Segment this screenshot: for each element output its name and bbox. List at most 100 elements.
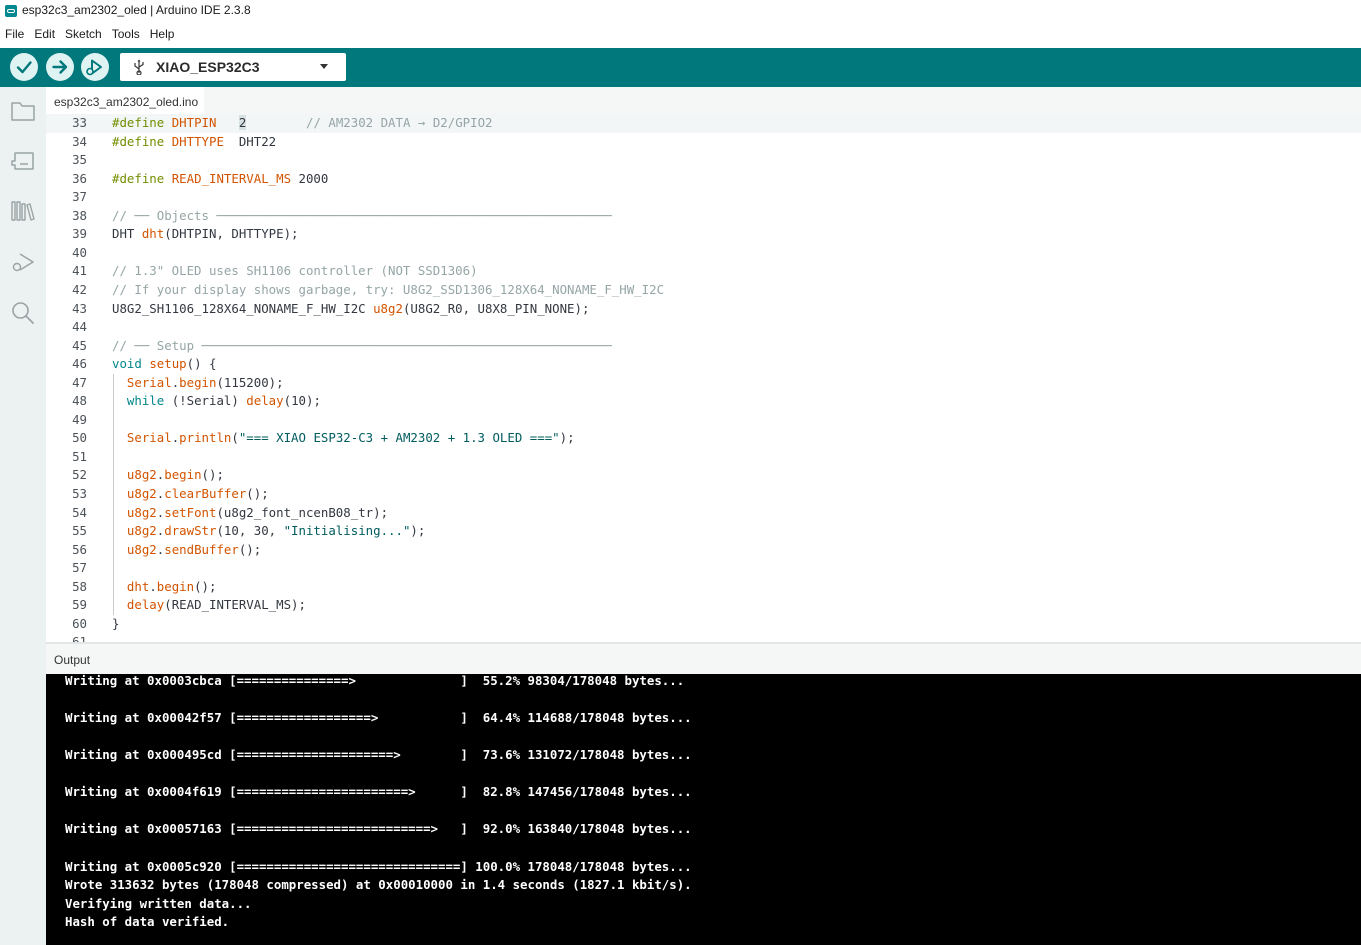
code-line[interactable]: 45 // ── Setup ──────────────────────────… (46, 337, 1361, 356)
code-line[interactable]: 41 // 1.3" OLED uses SH1106 controller (N… (46, 262, 1361, 281)
line-number: 42 (72, 281, 87, 297)
code-line[interactable]: 55 u8g2.drawStr(10, 30, "Initialising...… (46, 522, 1361, 541)
boards-manager-icon[interactable] (10, 148, 36, 174)
code-line[interactable]: 54 u8g2.setFont(u8g2_font_ncenB08_tr); (46, 503, 1361, 523)
verify-icon (16, 61, 32, 74)
output-line: Writing at 0x0005c920 [=================… (65, 858, 692, 874)
line-number: 36 (72, 170, 87, 186)
code-token: (READ_INTERVAL_MS); (164, 597, 306, 613)
line-number: 41 (72, 263, 87, 279)
code-line[interactable]: 52 u8g2.begin(); (46, 466, 1361, 485)
code-line[interactable]: 37 (46, 188, 1361, 207)
upload-button[interactable] (46, 53, 74, 81)
code-line[interactable]: 51 (46, 447, 1361, 467)
menu-sketch[interactable]: Sketch (60, 25, 107, 45)
folder-icon[interactable] (10, 98, 36, 124)
sidebar (0, 87, 46, 945)
code-line[interactable]: 35 (46, 151, 1361, 170)
output-console[interactable]: Writing at 0x0003cbca [===============> … (46, 674, 1361, 945)
output-line: Writing at 0x00057163 [=================… (65, 821, 692, 837)
code-token: #define (112, 133, 172, 149)
arduino-app-icon (5, 5, 17, 17)
code-line[interactable]: 39 DHT dht(DHTPIN, DHTTYPE); (46, 225, 1361, 244)
code-line[interactable]: 46 void setup() { (46, 355, 1361, 374)
code-token: (u8g2_font_ncenB08_tr); (216, 504, 389, 520)
code-line[interactable]: 44 (46, 318, 1361, 337)
code-token: // ── Objects ──────────────────────────… (112, 207, 612, 223)
code-line[interactable]: 36 #define READ_INTERVAL_MS 2000 (46, 170, 1361, 189)
upload-icon (52, 60, 68, 74)
line-number: 50 (72, 430, 87, 446)
code-line[interactable]: 49 (46, 410, 1361, 430)
code-text: U8G2_SH1106_128X64_NONAME_F_HW_I2C u8g2(… (112, 301, 589, 316)
code-line[interactable]: 48 while (!Serial) delay(10); (46, 392, 1361, 411)
code-line[interactable]: 56 u8g2.sendBuffer(); (46, 540, 1361, 560)
code-line[interactable]: 33 #define DHTPIN 2 // AM2302 DATA → D2/G… (46, 114, 1361, 133)
code-line[interactable]: 61 (46, 633, 1361, 642)
line-number: 61 (72, 634, 87, 642)
code-text: dht.begin(); (112, 578, 217, 594)
verify-button[interactable] (10, 53, 38, 81)
code-line[interactable]: 60} (46, 615, 1361, 634)
output-line: Hash of data verified. (65, 914, 230, 930)
code-token: . (149, 578, 157, 594)
code-token: // ── Setup ────────────────────────────… (112, 337, 612, 353)
library-icon[interactable] (10, 198, 36, 224)
line-number: 40 (72, 244, 87, 260)
toolbar: XIAO_ESP32C3 (0, 48, 1361, 87)
output-line: Writing at 0x0004f619 [=================… (65, 784, 692, 800)
code-line[interactable]: 57 (46, 559, 1361, 578)
search-icon[interactable] (10, 300, 36, 326)
code-token: (!Serial) (164, 393, 247, 409)
code-line[interactable]: 58 dht.begin(); (46, 577, 1361, 597)
usb-icon (134, 59, 144, 75)
menu-help[interactable]: Help (145, 25, 180, 45)
chevron-down-icon[interactable] (320, 64, 328, 69)
debug-button[interactable] (81, 53, 109, 81)
line-number: 46 (72, 356, 87, 372)
code-line[interactable]: 42 // If your display shows garbage, try:… (46, 281, 1361, 300)
code-line[interactable]: 59 delay(READ_INTERVAL_MS); (46, 596, 1361, 615)
line-number: 47 (72, 374, 87, 390)
debug-sidebar-icon[interactable] (10, 249, 36, 275)
code-token: Serial (126, 374, 172, 390)
tab-sketch-file[interactable]: esp32c3_am2302_oled.ino (46, 87, 204, 114)
code-text: delay(READ_INTERVAL_MS); (112, 597, 306, 612)
code-token: READ_INTERVAL_MS (171, 170, 292, 186)
menu-edit[interactable]: Edit (29, 25, 60, 45)
line-number: 33 (72, 115, 87, 130)
code-line[interactable]: 40 (46, 244, 1361, 263)
code-line[interactable]: 38 // ── Objects ────────────────────────… (46, 207, 1361, 226)
line-number: 60 (72, 615, 87, 631)
menu-tools[interactable]: Tools (107, 25, 145, 45)
code-text: #define DHTPIN 2 // AM2302 DATA → D2/GPI… (112, 115, 493, 130)
code-token: println (179, 430, 232, 446)
line-number: 39 (72, 226, 87, 242)
code-line[interactable]: 47 Serial.begin(115200); (46, 373, 1361, 393)
code-token: dht (141, 226, 165, 242)
code-token: while (126, 393, 165, 409)
code-token: delay (126, 597, 165, 613)
code-text: #define DHTTYPE DHT22 (112, 134, 276, 149)
code-editor[interactable]: 33 #define DHTPIN 2 // AM2302 DATA → D2/G… (46, 114, 1361, 642)
board-selector[interactable]: XIAO_ESP32C3 (120, 53, 346, 81)
code-token: begin (164, 467, 202, 483)
code-token: begin (156, 578, 195, 594)
code-token: (115200); (216, 374, 284, 390)
code-token: #define (112, 115, 172, 130)
code-line[interactable]: 50 Serial.println("=== XIAO ESP32-C3 + A… (46, 429, 1361, 448)
code-text: u8g2.sendBuffer(); (112, 542, 261, 557)
code-token: dht (126, 578, 150, 594)
menu-file[interactable]: File (0, 25, 29, 45)
code-text: #define READ_INTERVAL_MS 2000 (112, 171, 328, 186)
code-text: } (112, 616, 119, 631)
line-number: 48 (72, 393, 87, 409)
code-line[interactable]: 43 U8G2_SH1106_128X64_NONAME_F_HW_I2C u8g… (46, 300, 1361, 319)
code-line[interactable]: 34 #define DHTTYPE DHT22 (46, 133, 1361, 152)
code-token: (); (246, 486, 269, 501)
code-line[interactable]: 53 u8g2.clearBuffer(); (46, 485, 1361, 504)
